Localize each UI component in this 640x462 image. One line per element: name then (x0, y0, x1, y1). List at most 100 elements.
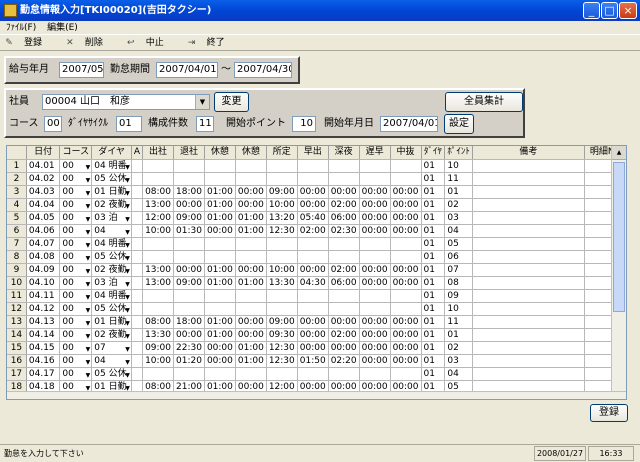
cell-dia[interactable]: 04 明番 ▼ (91, 237, 132, 251)
cell-remarks[interactable] (472, 185, 585, 199)
column-header[interactable]: 早出 (297, 146, 329, 160)
cell-early[interactable]: 00:00 (297, 328, 329, 342)
cell-dy[interactable]: 01 (421, 302, 446, 316)
cell-a[interactable] (131, 224, 144, 238)
cell-a[interactable] (131, 263, 144, 277)
table-row[interactable]: 6 04.06 00 ▼ 04 ▼ 10:00 01:30 00:00 01:00 12:30 02:… (7, 224, 626, 238)
table-row[interactable]: 1 04.01 00 ▼ 04 明番 ▼ 01 10 (7, 159, 626, 173)
cell-in[interactable]: 08:00 (142, 315, 174, 329)
cell-b2[interactable]: 01:00 (235, 211, 267, 225)
chevron-down-icon[interactable]: ▼ (86, 318, 91, 328)
table-row[interactable]: 11 04.11 00 ▼ 04 明番 ▼ 01 09 (7, 289, 626, 303)
period-to-field[interactable]: 2007/04/30 (234, 62, 292, 78)
cell-b2[interactable]: 01:00 (235, 224, 267, 238)
cell-dow[interactable]: 00 ▼ (59, 172, 93, 186)
cell-sch[interactable] (266, 289, 298, 303)
cell-night[interactable]: 02:00 (328, 198, 360, 212)
dia-cycle-field[interactable]: 01 (116, 116, 142, 132)
cell-dy[interactable]: 01 (421, 289, 446, 303)
cell-b2[interactable] (235, 289, 267, 303)
cell-dia[interactable]: 03 泊 ▼ (91, 211, 132, 225)
cell-early[interactable] (297, 250, 329, 264)
cell-out[interactable]: 09:00 (173, 276, 205, 290)
vertical-scrollbar[interactable]: ▲ (611, 146, 626, 399)
cell-a[interactable] (131, 237, 144, 251)
cell-mid[interactable] (390, 289, 422, 303)
cell-dia[interactable]: 04 明番 ▼ (91, 289, 132, 303)
cell-a[interactable] (131, 328, 144, 342)
cell-dy[interactable]: 01 (421, 341, 446, 355)
cell-dia[interactable]: 01 日勤 ▼ (91, 315, 132, 329)
cell-mid[interactable] (390, 302, 422, 316)
cell-date[interactable]: 04.06 (26, 224, 61, 238)
cell-night[interactable]: 06:00 (328, 276, 360, 290)
cell-dia[interactable]: 02 夜勤▼ (91, 328, 132, 342)
cell-late[interactable]: 00:00 (359, 328, 391, 342)
cell-b2[interactable]: 00:00 (235, 328, 267, 342)
cell-in[interactable] (142, 159, 174, 173)
cell-a[interactable] (131, 276, 144, 290)
cell-sch[interactable]: 09:00 (266, 185, 298, 199)
column-header[interactable]: ﾀﾞｲﾔ (421, 146, 446, 160)
cell-sch[interactable]: 12:30 (266, 354, 298, 368)
cell-late[interactable] (359, 367, 391, 381)
cell-mid[interactable] (390, 172, 422, 186)
cell-b2[interactable]: 01:00 (235, 341, 267, 355)
cell-dia[interactable]: 04 明番 ▼ (91, 159, 132, 173)
cell-out[interactable] (173, 237, 205, 251)
cell-late[interactable]: 00:00 (359, 276, 391, 290)
cell-sch[interactable] (266, 367, 298, 381)
cell-early[interactable] (297, 172, 329, 186)
cell-out[interactable]: 22:30 (173, 341, 205, 355)
cell-remarks[interactable] (472, 263, 585, 277)
cell-dia[interactable]: 02 夜勤▼ (91, 198, 132, 212)
table-row[interactable]: 2 04.02 00 ▼ 05 公休 ▼ 01 11 (7, 172, 626, 186)
cell-late[interactable]: 00:00 (359, 354, 391, 368)
cell-pt[interactable]: 10 (444, 159, 473, 173)
cell-date[interactable]: 04.09 (26, 263, 61, 277)
cell-in[interactable]: 13:00 (142, 198, 174, 212)
chevron-down-icon[interactable]: ▼ (86, 214, 91, 224)
chevron-down-icon[interactable]: ▼ (125, 162, 130, 172)
toolbar-exit[interactable]: ⇥ 終了 (187, 38, 235, 48)
cell-b2[interactable]: 00:00 (235, 198, 267, 212)
cell-late[interactable]: 00:00 (359, 185, 391, 199)
cell-b1[interactable]: 00:00 (204, 341, 236, 355)
cell-late[interactable] (359, 289, 391, 303)
cell-a[interactable] (131, 341, 144, 355)
cell-late[interactable] (359, 302, 391, 316)
cell-sch[interactable]: 13:20 (266, 211, 298, 225)
cell-b2[interactable]: 00:00 (235, 185, 267, 199)
cell-remarks[interactable] (472, 341, 585, 355)
course-field[interactable]: 00 (44, 116, 62, 132)
cell-mid[interactable]: 00:00 (390, 211, 422, 225)
cell-out[interactable] (173, 302, 205, 316)
chevron-down-icon[interactable]: ▼ (125, 370, 130, 380)
cell-in[interactable]: 10:00 (142, 224, 174, 238)
cell-b2[interactable] (235, 367, 267, 381)
table-row[interactable]: 13 04.13 00 ▼ 01 日勤 ▼ 08:00 18:00 01:00 00:00 09:0… (7, 315, 626, 329)
chevron-down-icon[interactable]: ▼ (125, 175, 130, 185)
cell-in[interactable]: 13:30 (142, 328, 174, 342)
cell-night[interactable]: 02:20 (328, 354, 360, 368)
period-from-field[interactable]: 2007/04/01 (156, 62, 218, 78)
cell-early[interactable] (297, 159, 329, 173)
cell-late[interactable]: 00:00 (359, 315, 391, 329)
cell-in[interactable] (142, 367, 174, 381)
cell-pt[interactable]: 02 (444, 341, 473, 355)
table-row[interactable]: 5 04.05 00 ▼ 03 泊 ▼ 12:00 09:00 01:00 01:00 13:20 0… (7, 211, 626, 225)
cell-night[interactable]: 02:00 (328, 263, 360, 277)
cell-date[interactable]: 04.05 (26, 211, 61, 225)
cell-remarks[interactable] (472, 354, 585, 368)
cell-remarks[interactable] (472, 315, 585, 329)
cell-out[interactable] (173, 172, 205, 186)
column-header[interactable]: 休憩 (235, 146, 267, 160)
chevron-down-icon[interactable]: ▼ (125, 188, 130, 198)
cell-remarks[interactable] (472, 159, 585, 173)
cell-dow[interactable]: 00 ▼ (59, 289, 93, 303)
cell-night[interactable] (328, 250, 360, 264)
cell-early[interactable] (297, 367, 329, 381)
cell-out[interactable] (173, 367, 205, 381)
cell-sch[interactable] (266, 172, 298, 186)
chevron-down-icon[interactable]: ▼ (125, 240, 130, 250)
